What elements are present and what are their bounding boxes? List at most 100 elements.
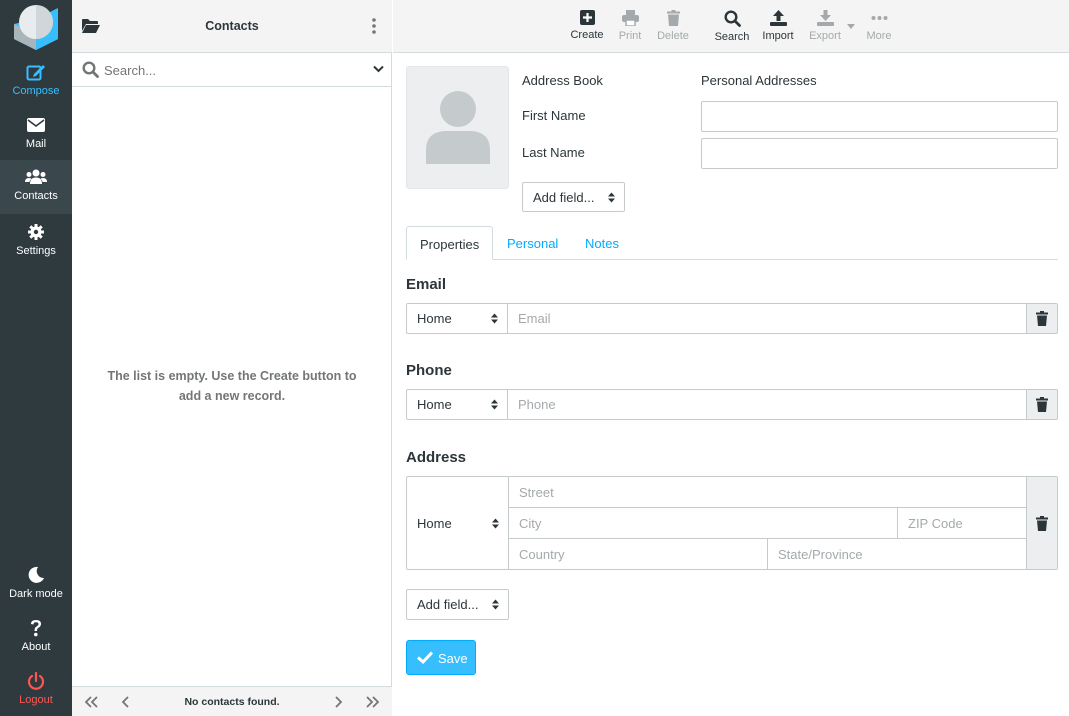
email-delete-button[interactable] <box>1026 303 1058 334</box>
email-type-select[interactable]: Home <box>406 303 508 334</box>
checkmark-icon <box>417 651 433 664</box>
contacts-list-panel: Contacts The list is empty. Use the Crea… <box>72 0 392 716</box>
power-icon <box>27 672 45 690</box>
add-field-select-top-value: Add field... <box>533 190 595 205</box>
contact-tabs: Properties Personal Notes <box>406 226 1058 260</box>
nav-logout-label: Logout <box>19 694 53 706</box>
toolbar: Create Print Delete Search Import Export… <box>393 0 1069 53</box>
phone-type-value: Home <box>417 397 452 412</box>
address-book-label: Address Book <box>522 73 603 88</box>
delete-label: Delete <box>657 30 689 42</box>
nav-mail-label: Mail <box>25 138 47 150</box>
print-button[interactable]: Print <box>613 0 647 53</box>
select-caret-icon <box>608 192 615 203</box>
nav-about-label: About <box>21 641 51 653</box>
moon-icon <box>28 566 44 583</box>
compose-icon <box>26 65 45 81</box>
nav-contacts-label: Contacts <box>14 190 58 202</box>
first-name-input[interactable] <box>701 101 1058 132</box>
contact-edit-form: Address Book Personal Addresses First Na… <box>393 53 1069 716</box>
export-dropdown-caret-icon[interactable] <box>847 24 855 29</box>
upload-icon <box>769 10 787 26</box>
more-button[interactable]: More <box>861 0 897 53</box>
list-pagination: No contacts found. <box>72 686 392 716</box>
address-type-value: Home <box>417 516 452 531</box>
list-options-icon[interactable] <box>372 18 376 34</box>
country-input[interactable] <box>509 539 768 569</box>
select-caret-icon <box>491 399 498 410</box>
last-name-input[interactable] <box>701 138 1058 169</box>
import-label: Import <box>762 30 794 42</box>
main-navigation: Compose Mail Contacts Settings Dark mode… <box>0 0 72 716</box>
trash-icon <box>1036 516 1048 531</box>
person-silhouette-icon <box>426 91 490 164</box>
phone-type-select[interactable]: Home <box>406 389 508 420</box>
add-field-select-bottom[interactable]: Add field... <box>406 589 509 620</box>
add-field-select-bottom-value: Add field... <box>417 597 479 612</box>
import-button[interactable]: Import <box>759 0 797 53</box>
create-label: Create <box>570 29 604 41</box>
search-options-chevron-icon[interactable] <box>373 65 384 73</box>
search-icon <box>723 10 741 27</box>
last-page-icon[interactable] <box>366 696 380 708</box>
search-button[interactable]: Search <box>711 0 753 53</box>
tab-personal[interactable]: Personal <box>494 226 571 260</box>
print-icon <box>621 10 639 26</box>
address-book-value: Personal Addresses <box>701 73 817 88</box>
select-caret-icon <box>491 313 498 324</box>
tab-notes[interactable]: Notes <box>572 226 632 260</box>
nav-about[interactable]: About <box>0 611 72 664</box>
search-bar <box>72 53 392 87</box>
nav-logout[interactable]: Logout <box>0 664 72 716</box>
search-input[interactable] <box>104 61 354 79</box>
add-field-select-top[interactable]: Add field... <box>522 182 625 212</box>
mail-icon <box>27 118 45 132</box>
create-button[interactable]: Create <box>565 0 609 53</box>
download-icon <box>816 10 834 26</box>
phone-delete-button[interactable] <box>1026 389 1058 420</box>
first-name-label: First Name <box>522 108 586 123</box>
ellipsis-icon <box>871 16 887 20</box>
contact-photo[interactable] <box>406 66 509 189</box>
last-name-label: Last Name <box>522 145 585 160</box>
empty-list-message: The list is empty. Use the Create button… <box>107 369 357 403</box>
settings-icon <box>28 224 44 240</box>
nav-contacts[interactable]: Contacts <box>0 160 72 214</box>
trash-icon <box>666 10 680 26</box>
select-caret-icon <box>492 599 499 610</box>
state-input[interactable] <box>768 539 1027 569</box>
list-title: Contacts <box>205 19 259 33</box>
search-label: Search <box>714 31 750 43</box>
list-header: Contacts <box>72 0 392 53</box>
save-button[interactable]: Save <box>406 640 476 675</box>
print-label: Print <box>618 30 642 42</box>
nav-compose[interactable]: Compose <box>0 55 72 108</box>
export-label: Export <box>809 30 841 42</box>
plus-square-icon <box>579 10 595 25</box>
search-icon <box>82 61 99 78</box>
delete-button[interactable]: Delete <box>653 0 693 53</box>
next-page-icon[interactable] <box>335 696 343 708</box>
nav-settings[interactable]: Settings <box>0 215 72 268</box>
nav-settings-label: Settings <box>16 245 56 257</box>
city-input[interactable] <box>509 508 898 539</box>
phone-input[interactable] <box>507 389 1027 420</box>
contacts-icon <box>25 169 47 184</box>
address-section-title: Address <box>406 449 467 466</box>
nav-compose-label: Compose <box>12 85 60 97</box>
select-caret-icon <box>492 518 499 529</box>
nav-mail[interactable]: Mail <box>0 108 72 161</box>
tab-properties[interactable]: Properties <box>406 226 494 260</box>
email-input[interactable] <box>507 303 1027 334</box>
zip-input[interactable] <box>898 508 1027 539</box>
trash-icon <box>1036 397 1048 412</box>
question-icon <box>31 620 41 637</box>
roundcube-logo[interactable] <box>10 3 62 53</box>
address-type-select[interactable]: Home <box>407 477 509 569</box>
phone-section-title: Phone <box>406 362 452 379</box>
address-delete-button[interactable] <box>1026 477 1057 569</box>
export-button[interactable]: Export <box>805 0 845 53</box>
nav-dark-mode[interactable]: Dark mode <box>0 558 72 611</box>
street-input[interactable] <box>509 477 1027 508</box>
email-section-title: Email <box>406 276 447 293</box>
